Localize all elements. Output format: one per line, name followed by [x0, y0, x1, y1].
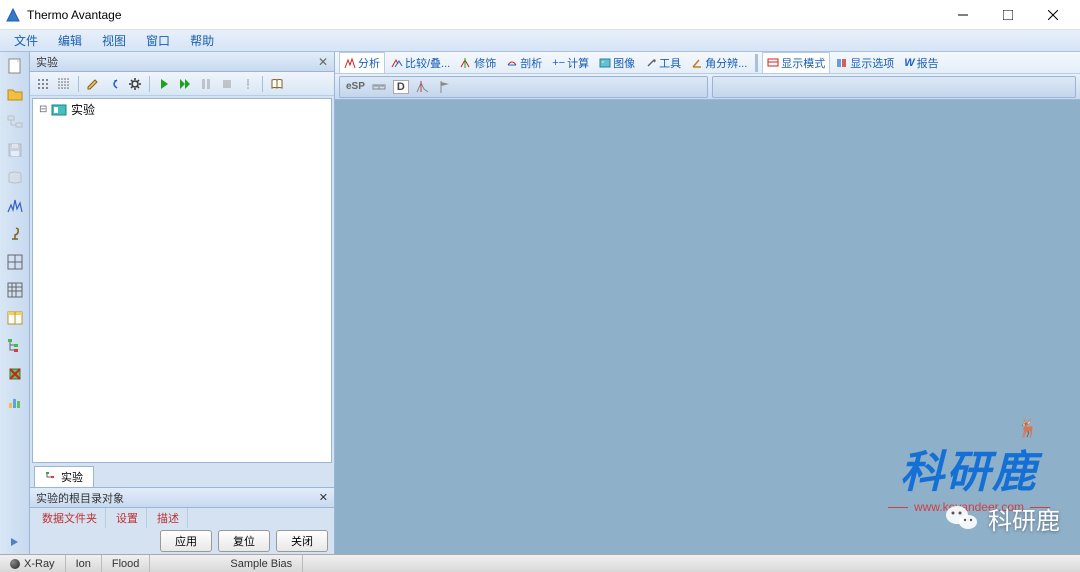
close-dialog-button[interactable]: 关闭 [276, 530, 328, 552]
tab-compare[interactable]: 比较/叠... [387, 53, 454, 73]
experiment-tab-label: 实验 [61, 469, 83, 485]
grid-dense-icon[interactable] [55, 75, 73, 93]
right-content-area: 分析 比较/叠... 修饰 剖析 +−计算 图像 工具 角分辨... 显示模式 … [335, 52, 1080, 554]
pause-icon[interactable] [197, 75, 215, 93]
wechat-text: 科研鹿 [988, 501, 1060, 536]
experiment-tab-strip: 实验 [30, 465, 334, 487]
experiment-panel-header: 实验 ✕ [30, 52, 334, 72]
root-tab-description[interactable]: 描述 [149, 508, 188, 528]
alert-icon[interactable] [239, 75, 257, 93]
maximize-button[interactable] [985, 0, 1030, 30]
experiment-tab[interactable]: 实验 [34, 466, 94, 487]
arrow-left-icon[interactable] [105, 75, 123, 93]
tab-calculate[interactable]: +−计算 [548, 53, 593, 73]
right-tab-bar: 分析 比较/叠... 修饰 剖析 +−计算 图像 工具 角分辨... 显示模式 … [335, 52, 1080, 74]
experiment-tree[interactable]: ⊟ 实验 [32, 98, 332, 463]
root-properties-title: 实验的根目录对象 [36, 490, 124, 506]
watermark-text: 科研鹿 [900, 448, 1038, 497]
new-file-button[interactable] [3, 54, 27, 78]
app-title: Thermo Avantage [27, 8, 940, 22]
tab-image[interactable]: 图像 [595, 53, 639, 73]
database-button[interactable] [3, 166, 27, 190]
table-button[interactable] [3, 306, 27, 330]
wechat-badge: 科研鹿 [944, 500, 1060, 536]
d-label[interactable]: D [393, 80, 409, 94]
stop-icon[interactable] [218, 75, 236, 93]
grid1-button[interactable] [3, 250, 27, 274]
peak-icon[interactable] [415, 79, 431, 95]
tab-tools[interactable]: 工具 [641, 53, 685, 73]
menu-file[interactable]: 文件 [4, 30, 48, 51]
reset-button[interactable]: 复位 [218, 530, 270, 552]
grid-sparse-icon[interactable] [34, 75, 52, 93]
expand-button[interactable] [3, 530, 27, 554]
tab-profile[interactable]: 剖析 [502, 53, 546, 73]
tab-analyze[interactable]: 分析 [339, 52, 385, 73]
close-button[interactable] [1030, 0, 1075, 30]
save-button[interactable] [3, 138, 27, 162]
toolbar-box-left: eSP D [339, 76, 708, 98]
status-flood: Flood [102, 555, 151, 572]
root-close-icon[interactable]: ✕ [319, 491, 328, 504]
tree-button[interactable] [3, 334, 27, 358]
book-icon[interactable] [268, 75, 286, 93]
tab-display-options[interactable]: 显示选项 [832, 53, 898, 73]
play-fast-icon[interactable] [176, 75, 194, 93]
delete-button[interactable] [3, 362, 27, 386]
root-properties-buttons: 应用 复位 关闭 [30, 528, 334, 554]
menu-help[interactable]: 帮助 [180, 30, 224, 51]
spectrum-button[interactable] [3, 194, 27, 218]
right-secondary-toolbar: eSP D [335, 74, 1080, 100]
status-xray: X-Ray [0, 555, 66, 572]
grid2-button[interactable] [3, 278, 27, 302]
tree-root-label: 实验 [71, 101, 95, 118]
menu-edit[interactable]: 编辑 [48, 30, 92, 51]
minimize-button[interactable] [940, 0, 985, 30]
toolbar-box-right [712, 76, 1077, 98]
experiment-icon [51, 102, 67, 118]
menu-window[interactable]: 窗口 [136, 30, 180, 51]
chart-button[interactable] [3, 390, 27, 414]
panel-close-icon[interactable]: ✕ [318, 55, 328, 69]
gear-icon[interactable] [126, 75, 144, 93]
play-icon[interactable] [155, 75, 173, 93]
ruler-icon[interactable] [371, 79, 387, 95]
main-canvas[interactable]: 🦌 科研鹿 www.keyandeer.com 科研鹿 [335, 100, 1080, 554]
left-toolbar [0, 52, 30, 554]
tree-expander-icon[interactable]: ⊟ [39, 104, 51, 115]
wechat-icon [944, 500, 980, 536]
apply-button[interactable]: 应用 [160, 530, 212, 552]
flag-icon[interactable] [437, 79, 453, 95]
microscope-button[interactable] [3, 222, 27, 246]
root-tab-data-files[interactable]: 数据文件夹 [34, 508, 106, 528]
root-tab-settings[interactable]: 设置 [108, 508, 147, 528]
pencil-icon[interactable] [84, 75, 102, 93]
open-folder-button[interactable] [3, 82, 27, 106]
tab-decorate[interactable]: 修饰 [456, 53, 500, 73]
experiment-toolbar [30, 72, 334, 96]
status-dot-icon [10, 559, 20, 569]
menu-bar: 文件 编辑 视图 窗口 帮助 [0, 30, 1080, 52]
title-bar: Thermo Avantage [0, 0, 1080, 30]
status-sample-bias: Sample Bias [220, 555, 303, 572]
menu-view[interactable]: 视图 [92, 30, 136, 51]
tree-root-item[interactable]: ⊟ 实验 [33, 99, 331, 120]
status-bar: X-Ray Ion Flood Sample Bias [0, 554, 1080, 572]
window-controls [940, 0, 1075, 30]
tab-tree-icon [45, 471, 57, 483]
status-ion: Ion [66, 555, 102, 572]
root-properties-header: 实验的根目录对象 ✕ [30, 488, 334, 508]
app-icon [5, 7, 21, 23]
tab-angle[interactable]: 角分辨... [687, 53, 751, 73]
antlers-icon: 🦌 [1016, 418, 1040, 439]
root-properties-panel: 实验的根目录对象 ✕ 数据文件夹 设置 描述 应用 复位 关闭 [30, 487, 334, 554]
folder-tree-button[interactable] [3, 110, 27, 134]
experiment-panel: 实验 ✕ ⊟ 实验 [30, 52, 335, 554]
tab-display-mode[interactable]: 显示模式 [762, 52, 830, 73]
tab-report[interactable]: W报告 [900, 53, 942, 73]
status-spacer [150, 555, 220, 572]
experiment-panel-title: 实验 [36, 54, 58, 70]
root-properties-tabs: 数据文件夹 设置 描述 [30, 508, 334, 528]
esp-label[interactable]: eSP [346, 81, 365, 92]
